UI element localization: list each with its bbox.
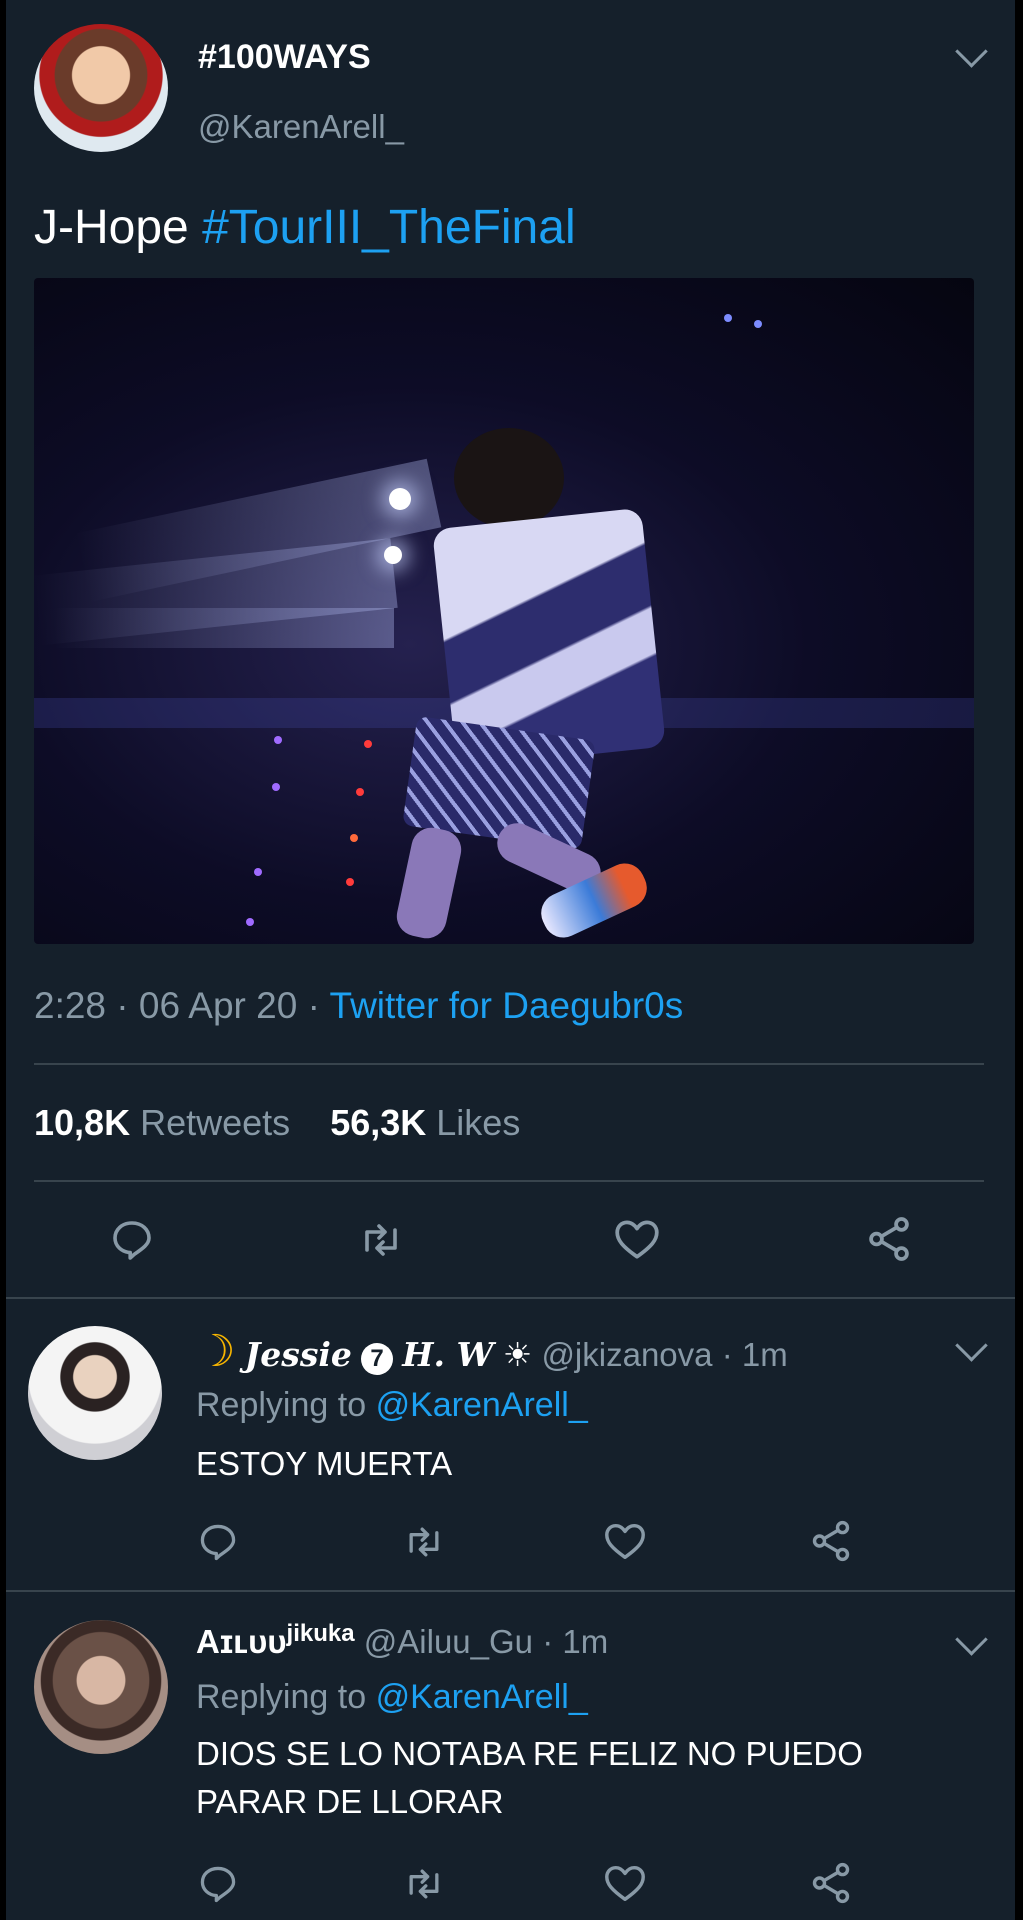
reply-time: 1m [741, 1336, 788, 1373]
retweets-stat[interactable]: 10,8K Retweets [34, 1102, 290, 1143]
stage-light-dot [350, 834, 358, 842]
reply-icon[interactable] [196, 1862, 240, 1906]
performer-head [454, 428, 564, 528]
chevron-down-icon[interactable] [955, 35, 988, 68]
stage-light-dot [364, 740, 372, 748]
replying-handle-link[interactable]: @KarenArell_ [376, 1678, 588, 1716]
separator-dot: · [542, 1623, 554, 1660]
tweet-timestamp: 2:28 · 06 Apr 20 · Twitter for Daegubr0s [34, 985, 684, 1026]
reply-display-name-extra: H. W [402, 1335, 494, 1374]
tweet-text-plain: J-Hope [34, 201, 203, 254]
divider [34, 1063, 984, 1065]
share-icon[interactable] [808, 1518, 854, 1564]
divider [34, 1180, 984, 1182]
performer-leg [393, 824, 465, 942]
tweet-time: 2:28 [34, 985, 107, 1026]
tweet-date: 06 Apr 20 [138, 985, 298, 1026]
stage-light [384, 546, 402, 564]
light-beam [54, 608, 394, 648]
heart-icon[interactable] [602, 1860, 648, 1906]
sun-icon: ☀ [502, 1336, 533, 1373]
retweet-icon[interactable] [400, 1520, 448, 1564]
reply-author[interactable]: ☽ Jessie 7 H. W ☀ @jkizanova · 1m [196, 1326, 788, 1377]
stage-light-dot [346, 878, 354, 886]
author-handle[interactable]: @KarenArell_ [198, 108, 404, 146]
tweet-stats: 10,8K Retweets 56,3K Likes [34, 1102, 520, 1144]
author-display-name[interactable]: #100WAYS [198, 38, 371, 77]
stage-light [389, 488, 411, 510]
stage-light-dot [246, 918, 254, 926]
likes-stat[interactable]: 56,3K Likes [330, 1102, 520, 1143]
reply-text-line: PARAR DE LLORAR [196, 1783, 504, 1820]
stage-light-dot [274, 736, 282, 744]
stage-light-dot [724, 314, 732, 322]
share-icon[interactable] [864, 1214, 914, 1264]
reply-time: 1m [562, 1623, 609, 1660]
screen-edge [0, 0, 6, 1920]
stage-light-dot [754, 320, 762, 328]
number-badge: 7 [361, 1343, 394, 1375]
tweet-source-link[interactable]: Twitter for Daegubr0s [330, 985, 684, 1026]
reply-icon[interactable] [108, 1216, 156, 1264]
tweet-photo[interactable] [34, 278, 974, 944]
divider [6, 1590, 1015, 1592]
heart-icon[interactable] [602, 1518, 648, 1564]
retweet-icon[interactable] [400, 1862, 448, 1906]
replying-label: Replying to [196, 1678, 367, 1716]
separator-dot: · [721, 1336, 733, 1373]
reply-text: DIOS SE LO NOTABA RE FELIZ NO PUEDO PARA… [196, 1730, 976, 1826]
stage-light-dot [254, 868, 262, 876]
tweet-thread: #100WAYS @KarenArell_ J-Hope #TourIII_Th… [0, 0, 1023, 1920]
replying-to: Replying to @KarenArell_ [196, 1386, 588, 1425]
replying-label: Replying to [196, 1386, 367, 1424]
chevron-down-icon[interactable] [955, 1329, 988, 1362]
share-icon[interactable] [808, 1860, 854, 1906]
likes-count: 56,3K [330, 1102, 427, 1143]
hashtag-link[interactable]: #TourIII_TheFinal [202, 201, 576, 254]
reply-text: ESTOY MUERTA [196, 1445, 453, 1482]
avatar[interactable] [34, 24, 168, 152]
stage-light-dot [272, 783, 280, 791]
replying-to: Replying to @KarenArell_ [196, 1678, 588, 1717]
divider [6, 1297, 1015, 1299]
retweets-count: 10,8K [34, 1102, 131, 1143]
tweet-text: J-Hope #TourIII_TheFinal [34, 200, 576, 255]
stage-light-dot [356, 788, 364, 796]
heart-icon[interactable] [612, 1214, 662, 1264]
chevron-down-icon[interactable] [955, 1623, 988, 1656]
replying-handle-link[interactable]: @KarenArell_ [376, 1386, 588, 1424]
reply-display-name-sup: jikuka [286, 1620, 355, 1647]
moon-icon: ☽ [196, 1327, 236, 1376]
reply-icon[interactable] [196, 1520, 240, 1564]
avatar[interactable] [28, 1326, 162, 1460]
retweets-label: Retweets [140, 1102, 291, 1143]
reply-display-name: Aɪʟᴜᴜ [196, 1623, 287, 1660]
reply-handle: @jkizanova [541, 1336, 713, 1373]
reply-text-line: DIOS SE LO NOTABA RE FELIZ NO PUEDO [196, 1735, 863, 1772]
reply-handle: @Ailuu_Gu [363, 1623, 534, 1660]
retweet-icon[interactable] [355, 1216, 407, 1264]
avatar[interactable] [34, 1620, 168, 1754]
reply-display-name: Jessie [244, 1335, 352, 1374]
reply-author[interactable]: Aɪʟᴜᴜjikuka @Ailuu_Gu · 1m [196, 1620, 608, 1661]
likes-label: Likes [436, 1102, 521, 1143]
screen-edge [1015, 0, 1023, 1920]
